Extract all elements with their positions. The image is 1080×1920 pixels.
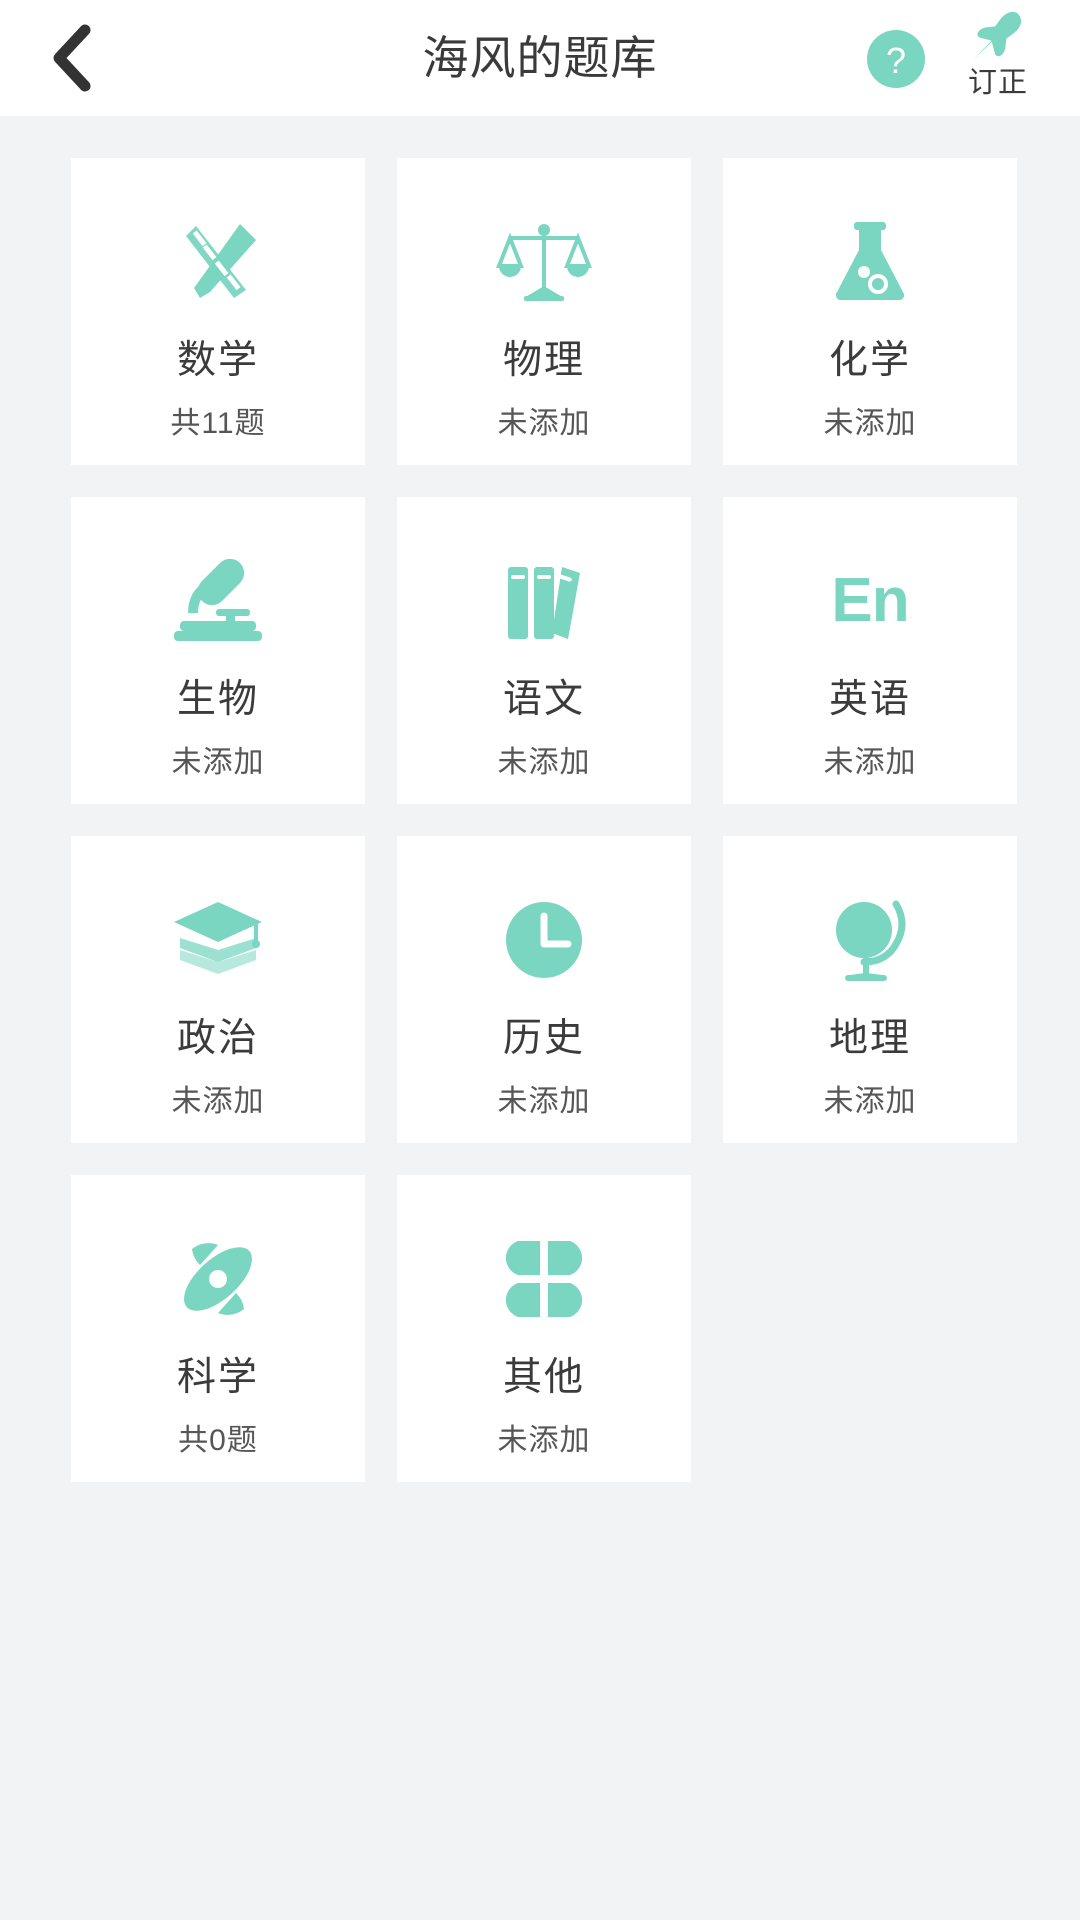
subject-card-science[interactable]: 科学 共0题 (71, 1175, 365, 1482)
flask-icon (822, 210, 918, 314)
subject-count: 未添加 (823, 1085, 917, 1118)
globe-stand-icon (822, 888, 918, 992)
subject-name: 科学 (176, 1356, 259, 1399)
subject-count: 未添加 (497, 1424, 591, 1457)
subject-name: 数学 (176, 339, 259, 382)
subject-name: 历史 (502, 1017, 585, 1060)
subject-card-geography[interactable]: 地理 未添加 (723, 836, 1017, 1143)
subject-grid: 数学 共11题 物理 未添加 化学 未添加 生物 未添加 语文 未添加 En 英… (0, 116, 1080, 1482)
subject-count: 共11题 (170, 407, 266, 440)
subject-card-chemistry[interactable]: 化学 未添加 (723, 158, 1017, 465)
subject-count: 未添加 (171, 746, 265, 779)
svg-text:?: ? (886, 40, 906, 81)
subject-count: 共0题 (178, 1424, 258, 1457)
subject-card-politics[interactable]: 政治 未添加 (71, 836, 365, 1143)
subject-name: 政治 (176, 1017, 259, 1060)
subject-count: 未添加 (823, 746, 917, 779)
subject-count: 未添加 (497, 407, 591, 440)
subject-count: 未添加 (497, 1085, 591, 1118)
graduation-cap-book-icon (170, 888, 266, 992)
subject-name: 化学 (828, 339, 911, 382)
microscope-icon (170, 549, 266, 653)
question-mark-circle-icon: ? (867, 30, 925, 88)
subject-card-biology[interactable]: 生物 未添加 (71, 497, 365, 804)
pencil-ruler-icon (170, 210, 266, 314)
subject-name: 英语 (828, 678, 911, 721)
subject-count: 未添加 (497, 746, 591, 779)
subject-name: 地理 (828, 1017, 911, 1060)
help-button[interactable]: ? (867, 30, 925, 88)
subject-name: 物理 (502, 339, 585, 382)
subject-card-english[interactable]: En 英语 未添加 (723, 497, 1017, 804)
en-label: En (831, 566, 909, 635)
subject-card-math[interactable]: 数学 共11题 (71, 158, 365, 465)
app-header: 海风的题库 ? 订正 (0, 0, 1080, 116)
four-petal-icon (496, 1227, 592, 1331)
correction-label: 订正 (967, 67, 1028, 99)
pushpin-icon (972, 11, 1022, 61)
correction-button[interactable]: 订正 (938, 6, 1058, 100)
subject-card-chinese[interactable]: 语文 未添加 (397, 497, 691, 804)
clock-icon (496, 888, 592, 992)
subject-count: 未添加 (823, 407, 917, 440)
books-icon (496, 549, 592, 653)
atom-orbit-icon (170, 1227, 266, 1331)
subject-name: 生物 (176, 678, 259, 721)
subject-name: 语文 (502, 678, 585, 721)
subject-card-history[interactable]: 历史 未添加 (397, 836, 691, 1143)
subject-card-physics[interactable]: 物理 未添加 (397, 158, 691, 465)
balance-scale-icon (496, 210, 592, 314)
subject-count: 未添加 (171, 1085, 265, 1118)
en-text-icon: En (831, 549, 909, 653)
subject-name: 其他 (502, 1356, 585, 1399)
subject-card-other[interactable]: 其他 未添加 (397, 1175, 691, 1482)
